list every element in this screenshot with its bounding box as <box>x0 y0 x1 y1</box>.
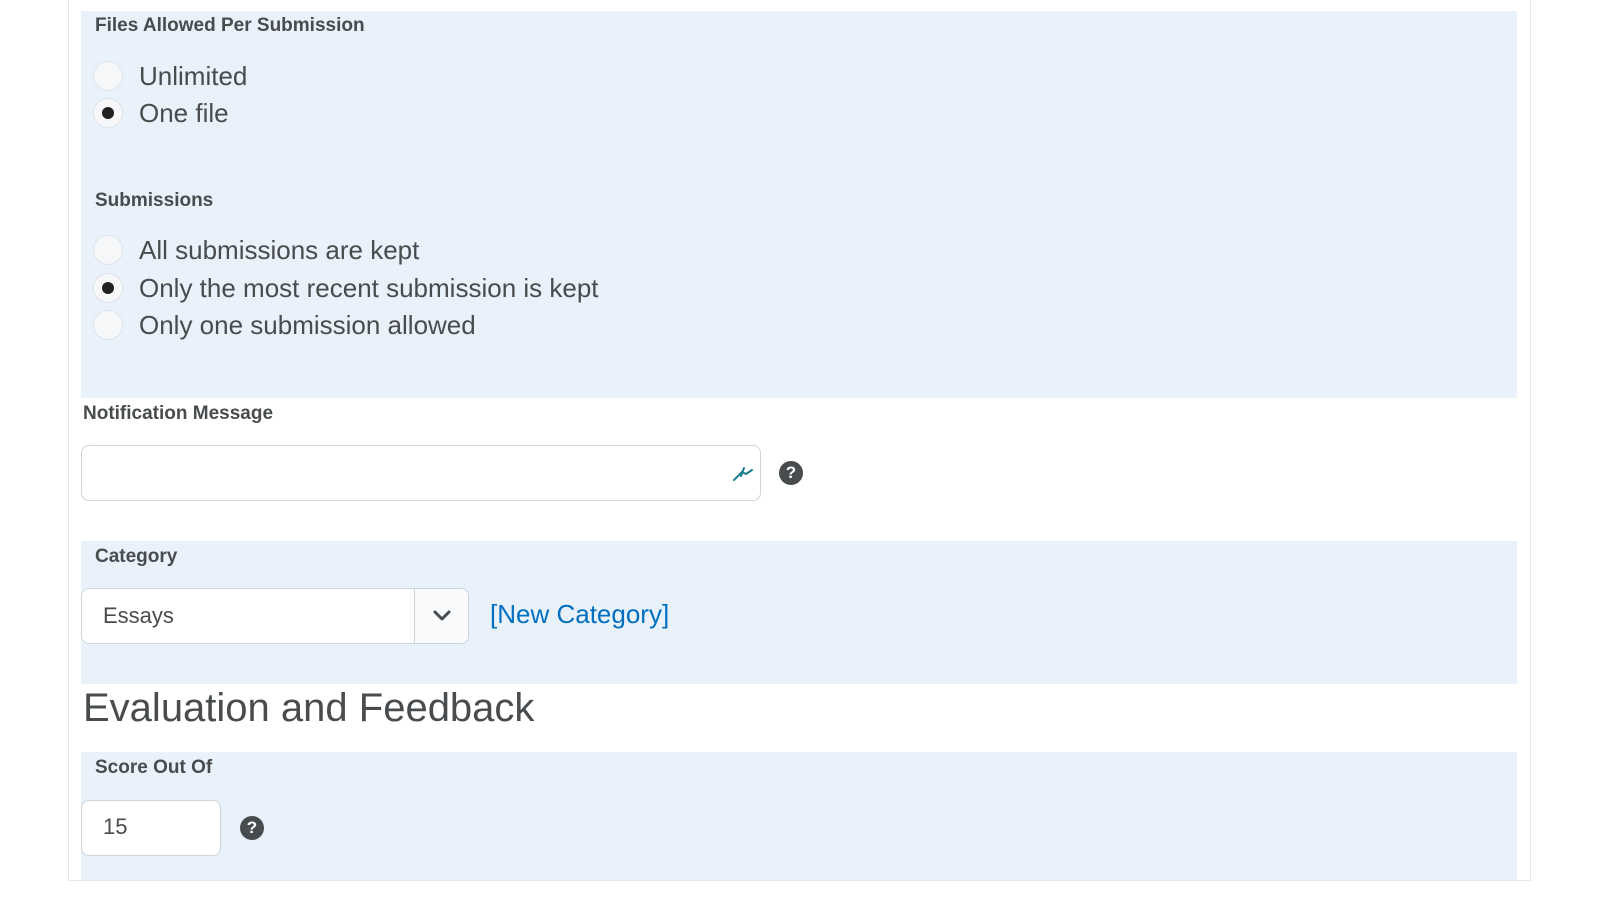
radio-label: Only the most recent submission is kept <box>139 272 599 303</box>
question-mark-icon[interactable]: ? <box>240 816 264 840</box>
files-allowed-label: Files Allowed Per Submission <box>95 15 365 36</box>
score-out-of-input[interactable]: 15 <box>81 800 221 856</box>
radio-label: One file <box>139 97 229 128</box>
radio-label: Only one submission allowed <box>139 309 476 340</box>
dropdown-toggle[interactable] <box>414 589 468 643</box>
submissions-option-only-one[interactable]: Only one submission allowed <box>93 308 476 342</box>
files-allowed-option-one-file[interactable]: One file <box>93 96 229 130</box>
score-panel: Score Out Of 15 ? <box>81 752 1517 880</box>
score-value: 15 <box>103 814 128 839</box>
submission-options-panel: Files Allowed Per Submission Unlimited O… <box>81 11 1517 398</box>
radio-button[interactable] <box>93 310 123 340</box>
equation-editor-icon[interactable] <box>732 462 754 484</box>
radio-selected-dot <box>102 282 114 294</box>
notification-message-label: Notification Message <box>83 403 274 424</box>
notification-message-input[interactable] <box>81 445 761 501</box>
category-select[interactable]: Essays <box>81 588 469 644</box>
radio-button[interactable] <box>93 98 123 128</box>
question-mark-icon[interactable]: ? <box>779 461 803 485</box>
score-out-of-label: Score Out Of <box>95 757 213 778</box>
files-allowed-option-unlimited[interactable]: Unlimited <box>93 59 247 93</box>
radio-button[interactable] <box>93 235 123 265</box>
submissions-label: Submissions <box>95 190 214 211</box>
radio-button[interactable] <box>93 273 123 303</box>
radio-label: All submissions are kept <box>139 234 420 265</box>
submissions-option-most-recent[interactable]: Only the most recent submission is kept <box>93 271 599 305</box>
submissions-option-all-kept[interactable]: All submissions are kept <box>93 233 419 267</box>
category-selected-value: Essays <box>103 603 174 628</box>
category-panel: Category Essays [New Category] <box>81 541 1517 684</box>
radio-button[interactable] <box>93 61 123 91</box>
evaluation-feedback-heading: Evaluation and Feedback <box>83 686 535 730</box>
chevron-down-icon <box>433 610 450 621</box>
new-category-link[interactable]: [New Category] <box>490 599 669 630</box>
assignment-form: Files Allowed Per Submission Unlimited O… <box>68 0 1531 881</box>
radio-selected-dot <box>102 107 114 119</box>
radio-label: Unlimited <box>139 60 248 91</box>
category-label: Category <box>95 546 178 567</box>
